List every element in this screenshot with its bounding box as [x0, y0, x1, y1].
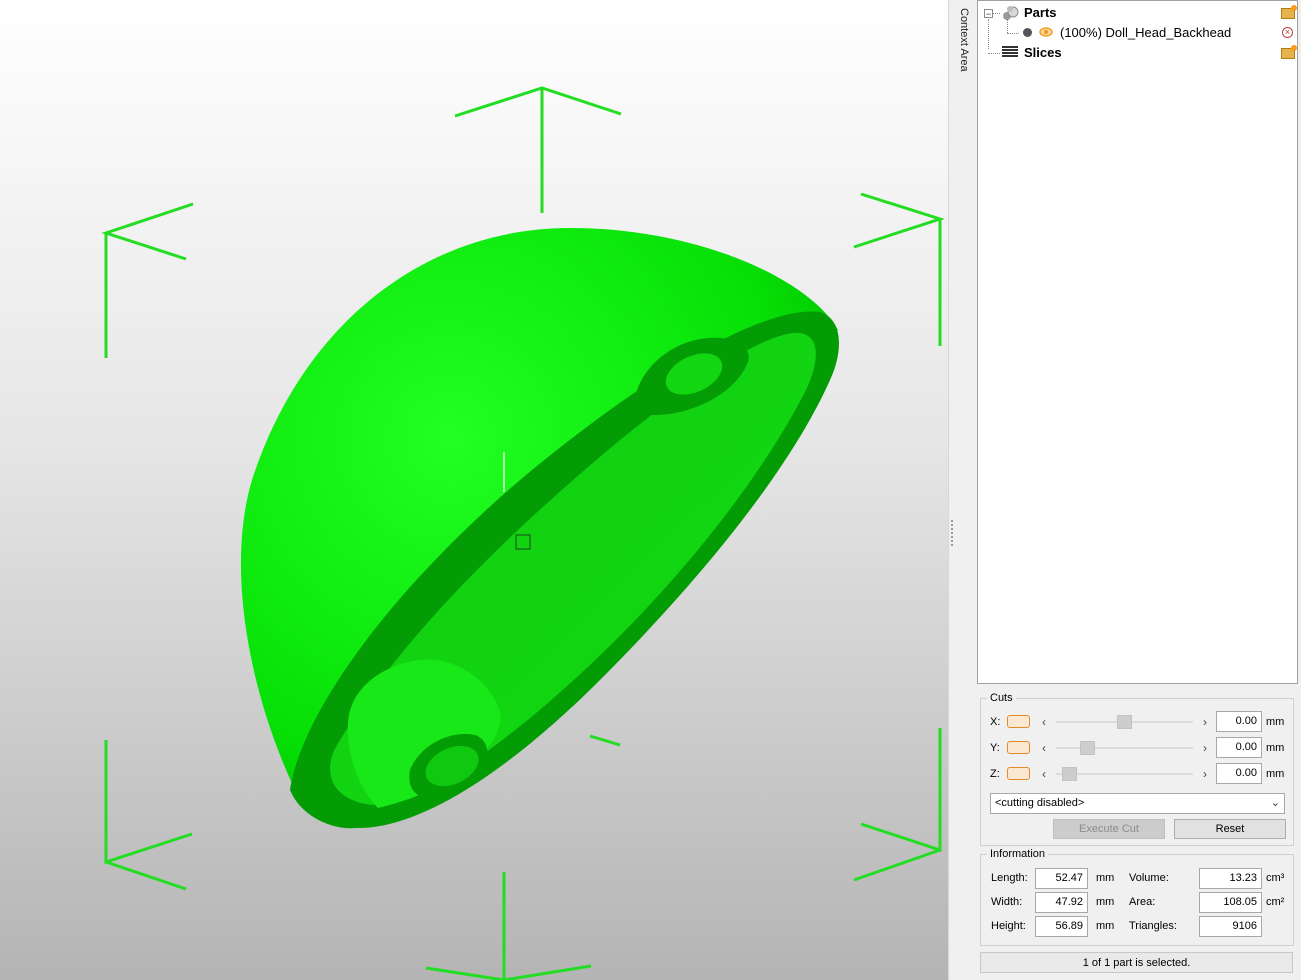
cut-axis-label: Z: — [990, 768, 1000, 780]
volume-label: Volume: — [1129, 872, 1169, 884]
cut-value-field[interactable]: 0.00 — [1216, 737, 1262, 758]
slices-icon — [1002, 46, 1018, 57]
cutting-mode-select[interactable]: <cutting disabled> ⌄ — [990, 793, 1285, 814]
context-area-tab[interactable]: Context Area — [954, 0, 976, 980]
cut-axis-label: Y: — [990, 742, 1000, 754]
chevron-left-icon[interactable]: ‹ — [1042, 767, 1046, 781]
tree-item-doll-head[interactable]: (100%) Doll_Head_Backhead × — [978, 19, 1297, 49]
chevron-left-icon[interactable]: ‹ — [1042, 715, 1046, 729]
slider-rail — [1056, 747, 1193, 749]
slices-label: Slices — [1024, 45, 1062, 60]
width-unit: mm — [1096, 896, 1115, 908]
area-unit: cm² — [1266, 896, 1285, 908]
object-tree[interactable]: − Parts (100%) Doll_Head_Backhead × Slic… — [977, 0, 1298, 684]
open-folder-icon[interactable] — [1281, 5, 1297, 19]
triangles-label: Triangles: — [1129, 920, 1177, 932]
chevron-down-icon: ⌄ — [1270, 797, 1280, 809]
splitter-grip-icon — [951, 520, 953, 548]
slider-thumb[interactable] — [1117, 715, 1132, 729]
cutting-mode-value: <cutting disabled> — [995, 797, 1085, 809]
area-label: Area: — [1129, 896, 1156, 908]
remove-icon[interactable]: × — [1282, 27, 1293, 38]
height-label: Height: — [991, 920, 1026, 932]
tree-connector — [1007, 33, 1019, 34]
cut-unit: mm — [1266, 716, 1285, 728]
cut-unit: mm — [1266, 768, 1285, 780]
eye-icon[interactable] — [1039, 26, 1053, 38]
cut-slider[interactable]: ‹ › — [1042, 767, 1207, 781]
cut-value-field[interactable]: 0.00 — [1216, 763, 1262, 784]
chevron-right-icon[interactable]: › — [1203, 715, 1207, 729]
side-panel: − Parts (100%) Doll_Head_Backhead × Slic… — [976, 0, 1301, 980]
slider-thumb[interactable] — [1080, 741, 1096, 755]
area-field: 108.05 — [1199, 892, 1262, 913]
length-field: 52.47 — [1035, 868, 1088, 889]
execute-cut-button[interactable]: Execute Cut — [1053, 819, 1165, 839]
collapse-icon[interactable]: − — [984, 9, 993, 19]
cut-axis-label: X: — [990, 716, 1001, 728]
slider-thumb[interactable] — [1062, 767, 1078, 781]
height-field: 56.89 — [1035, 916, 1088, 937]
width-label: Width: — [991, 896, 1023, 908]
length-unit: mm — [1096, 872, 1115, 884]
tree-connector — [993, 13, 1000, 14]
cut-slider[interactable]: ‹ › — [1042, 741, 1207, 755]
tree-row-parts[interactable]: − Parts — [978, 3, 1297, 23]
cut-toggle-button[interactable] — [1007, 767, 1030, 780]
3d-viewport[interactable] — [0, 0, 948, 980]
volume-unit: cm³ — [1266, 872, 1285, 884]
part-name-label: (100%) Doll_Head_Backhead — [1060, 25, 1232, 40]
width-field: 47.92 — [1035, 892, 1088, 913]
height-unit: mm — [1096, 920, 1115, 932]
tree-row-slices[interactable]: Slices — [978, 43, 1297, 63]
parts-icon — [1003, 6, 1019, 20]
length-label: Length: — [991, 872, 1028, 884]
status-bar: 1 of 1 part is selected. — [980, 952, 1293, 973]
open-folder-icon[interactable] — [1281, 45, 1297, 59]
cut-slider[interactable]: ‹ › — [1042, 715, 1207, 729]
tree-connector — [988, 53, 1000, 54]
chevron-right-icon[interactable]: › — [1203, 767, 1207, 781]
context-area-label: Context Area — [958, 8, 970, 72]
viewport-scene[interactable] — [0, 0, 948, 980]
triangles-field: 9106 — [1199, 916, 1262, 937]
cut-toggle-button[interactable] — [1007, 741, 1030, 754]
cuts-title: Cuts — [987, 692, 1016, 704]
chevron-left-icon[interactable]: ‹ — [1042, 741, 1046, 755]
cut-unit: mm — [1266, 742, 1285, 754]
cut-value-field[interactable]: 0.00 — [1216, 711, 1262, 732]
tree-connector — [1007, 19, 1008, 33]
reset-button[interactable]: Reset — [1174, 819, 1286, 839]
information-title: Information — [987, 848, 1049, 860]
doll-head-backhead-model[interactable] — [240, 228, 840, 829]
parts-label: Parts — [1024, 5, 1057, 20]
chevron-right-icon[interactable]: › — [1203, 741, 1207, 755]
cut-toggle-button[interactable] — [1007, 715, 1030, 728]
volume-field: 13.23 — [1199, 868, 1262, 889]
visibility-dot-icon[interactable] — [1023, 28, 1032, 37]
